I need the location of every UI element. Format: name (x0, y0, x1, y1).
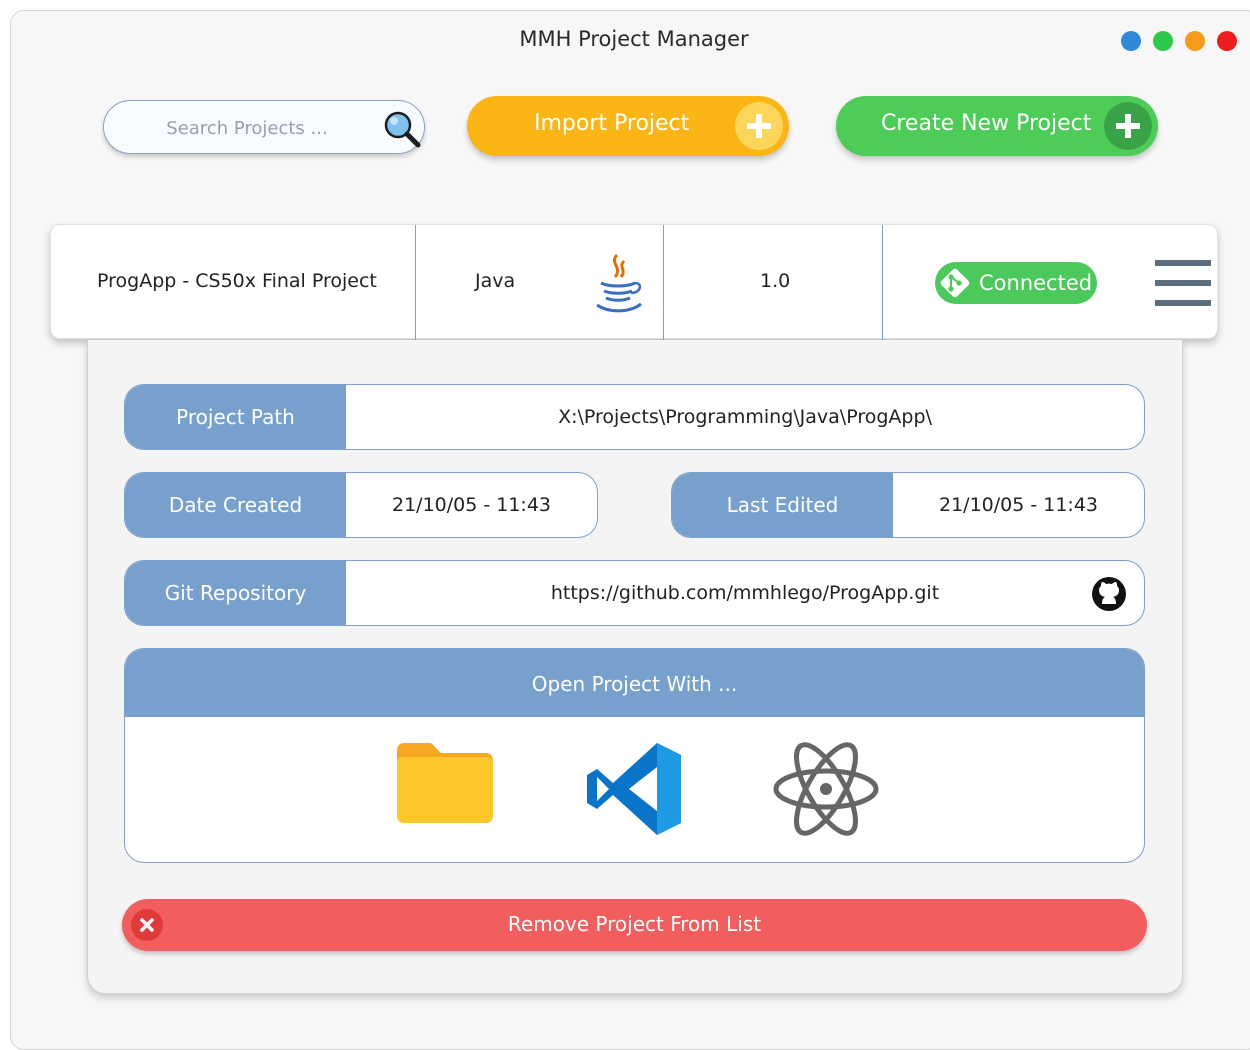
remove-project-label: Remove Project From List (507, 912, 762, 936)
import-project-button[interactable]: Import Project (467, 96, 789, 156)
last-edited-field: Last Edited 21/10/05 - 11:43 (671, 472, 1145, 538)
search-input[interactable] (120, 111, 374, 145)
java-icon (596, 253, 642, 313)
window-control-green[interactable] (1153, 31, 1173, 51)
window-title: MMH Project Manager (519, 27, 749, 51)
column-divider (663, 225, 664, 340)
plus-icon (1104, 102, 1152, 150)
project-name: ProgApp - CS50x Final Project (97, 270, 377, 292)
open-project-with-box: Open Project With ... (124, 648, 1145, 863)
plus-icon (735, 102, 783, 150)
hamburger-menu-icon[interactable] (1155, 258, 1213, 308)
last-edited-label: Last Edited (672, 473, 893, 537)
atom-icon[interactable] (770, 737, 882, 841)
create-new-project-button[interactable]: Create New Project (836, 96, 1158, 156)
window-control-orange[interactable] (1185, 31, 1205, 51)
last-edited-value: 21/10/05 - 11:43 (938, 494, 1099, 516)
import-project-label: Import Project (534, 111, 690, 136)
project-row[interactable]: ProgApp - CS50x Final Project Java 1.0 C… (50, 224, 1218, 340)
open-project-with-header: Open Project With ... (125, 649, 1144, 717)
column-divider (882, 225, 883, 340)
project-language: Java (475, 270, 516, 292)
vscode-icon[interactable] (585, 739, 685, 839)
column-divider (415, 225, 416, 340)
git-repository-url[interactable]: https://github.com/mmhlego/ProgApp.git (346, 561, 1144, 625)
git-status-badge: Connected (935, 262, 1097, 304)
magnifier-icon[interactable] (382, 109, 422, 149)
git-repository-field: Git Repository https://github.com/mmhleg… (124, 560, 1145, 626)
create-project-label: Create New Project (881, 111, 1092, 136)
project-path-field: Project Path X:\Projects\Programming\Jav… (124, 384, 1145, 450)
git-repository-label: Git Repository (125, 561, 346, 625)
date-created-value: 21/10/05 - 11:43 (391, 494, 552, 516)
project-version: 1.0 (760, 270, 791, 292)
project-path-value[interactable]: X:\Projects\Programming\Java\ProgApp\ (346, 385, 1144, 449)
window-control-blue[interactable] (1121, 31, 1141, 51)
folder-icon[interactable] (395, 741, 495, 825)
window-control-red[interactable] (1217, 31, 1237, 51)
git-icon (940, 268, 970, 298)
window-controls (1121, 31, 1237, 51)
date-created-label: Date Created (125, 473, 346, 537)
date-created-field: Date Created 21/10/05 - 11:43 (124, 472, 598, 538)
remove-project-button[interactable]: Remove Project From List (122, 899, 1147, 951)
search-box (103, 100, 425, 154)
project-path-label: Project Path (125, 385, 346, 449)
git-status-label: Connected (979, 271, 1093, 295)
github-icon[interactable] (1090, 575, 1128, 613)
